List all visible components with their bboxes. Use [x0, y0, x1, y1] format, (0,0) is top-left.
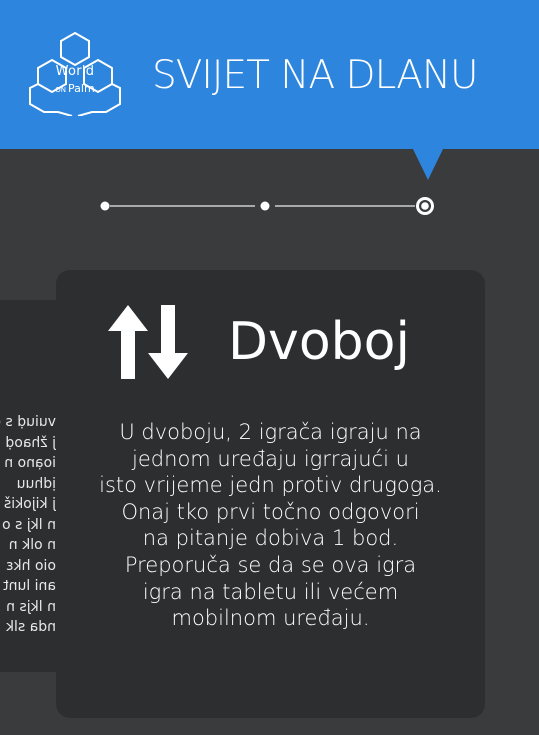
card-description-line: isto vrijeme jedn protiv drugoga.	[99, 473, 442, 498]
previous-card[interactable]: vuiuḍ s duiu j žhaoḍ ioạno n ịdhuu j kijokiš…	[0, 300, 56, 672]
previous-card-line: vuiuḍ s duiu	[0, 414, 56, 430]
previous-card-line: n lkjs n	[6, 598, 56, 615]
step-dot-2[interactable]	[260, 201, 270, 211]
previous-card-line: ani lunt	[3, 578, 56, 594]
card-description-line: mobilnom uređaju.	[171, 606, 370, 631]
card-description-line: na pitanje dobiva 1 bod.	[142, 526, 399, 551]
logo-text-on-palm: ON Palm	[55, 82, 95, 95]
logo-text-world: World	[55, 64, 95, 79]
card-description-line: igra na tabletu ili većem	[142, 579, 399, 604]
up-down-arrows-icon	[108, 305, 188, 379]
previous-card-line: n olk n	[8, 537, 56, 553]
card-description-line: Onaj tko prvi točno odgovori	[121, 499, 420, 524]
previous-card-line: ịdhuu	[16, 475, 56, 492]
card-description-line: U dvoboju, 2 igrača igraju na	[119, 420, 422, 444]
previous-card-line: n lkj s o	[2, 516, 56, 533]
app-header: World ON Palm SVIJET NA DLANU	[0, 0, 539, 149]
previous-card-line: j kijokiš	[3, 496, 56, 512]
previous-card-line: j žhaoḍ	[5, 434, 56, 451]
card-description-line: jednom uređaju igrrajući u	[132, 446, 409, 471]
card-description: U dvoboju, 2 igrača igraju na jednom uređ…	[56, 419, 485, 632]
previous-card-line: oio hkɛ	[5, 557, 56, 574]
step-indicator	[100, 197, 434, 215]
header-pointer	[413, 149, 443, 180]
card-description-line: Preporuča se da se ova igra	[124, 552, 417, 577]
previous-card-text: vuiuḍ s duiu j žhaoḍ ioạno n ịdhuu j kijokiš…	[0, 412, 56, 638]
app-title: SVIJET NA DLANU	[152, 53, 479, 98]
previous-card-line: nda slk	[5, 619, 56, 635]
previous-card-line: ioạno n	[4, 455, 56, 471]
step-dot-1[interactable]	[100, 201, 110, 211]
card-title: Dvoboj	[228, 312, 410, 372]
